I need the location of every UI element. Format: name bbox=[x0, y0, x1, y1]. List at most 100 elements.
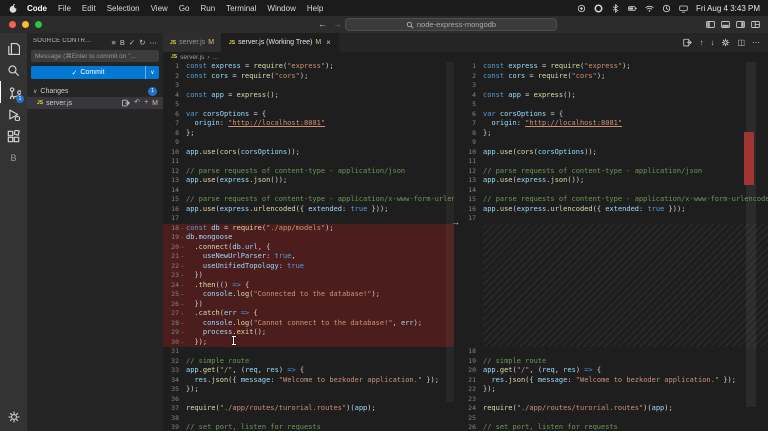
menu-window[interactable]: Window bbox=[267, 4, 295, 13]
activitybar-manage[interactable] bbox=[0, 406, 27, 428]
changes-section-header[interactable]: ∨ Changes 1 bbox=[27, 85, 163, 97]
code-line: 13app.use(express.json()); bbox=[163, 176, 454, 186]
code-line: 25 bbox=[460, 414, 768, 424]
view-as-list-icon[interactable]: ≡ bbox=[112, 38, 116, 47]
clock-icon[interactable] bbox=[662, 4, 671, 13]
activitybar-search[interactable] bbox=[0, 59, 27, 81]
code-line: 23 bbox=[460, 395, 768, 405]
menu-go[interactable]: Go bbox=[179, 4, 190, 13]
activity-bar: 1B bbox=[0, 33, 27, 431]
file-row-actions: ↶+ bbox=[122, 99, 148, 107]
code-line: 13app.use(express.json()); bbox=[460, 176, 768, 186]
menu-terminal[interactable]: Terminal bbox=[226, 4, 256, 13]
code-line: 27- .catch(err => { bbox=[163, 309, 454, 319]
screen-record-icon[interactable] bbox=[577, 4, 586, 13]
code-line: 35}); bbox=[163, 385, 454, 395]
wifi-icon[interactable] bbox=[645, 4, 654, 13]
close-icon[interactable]: × bbox=[326, 38, 331, 47]
left-scrollbar[interactable] bbox=[446, 62, 454, 402]
source-control-header: SOURCE CONTR... ≡B✓↻⋯ bbox=[27, 33, 163, 48]
commit-message-input[interactable]: Message (⌘Enter to commit on "... bbox=[31, 50, 159, 62]
activitybar-explorer[interactable] bbox=[0, 37, 27, 59]
code-line: 11 bbox=[460, 157, 768, 167]
diff-original-pane[interactable]: 1const express = require("express");2con… bbox=[163, 62, 454, 431]
menu-selection[interactable]: Selection bbox=[107, 4, 140, 13]
code-line: 12// parse requests of content-type - ap… bbox=[460, 167, 768, 177]
toggle-panel-bottom-icon[interactable] bbox=[721, 20, 730, 29]
apple-logo-icon[interactable] bbox=[8, 3, 18, 13]
code-line: 19-db.mongoose bbox=[163, 233, 454, 243]
chevron-down-icon: ∨ bbox=[33, 88, 37, 95]
menu-file[interactable]: File bbox=[58, 4, 71, 13]
changed-file-row[interactable]: JS server.js ↶+ M bbox=[27, 97, 163, 109]
window-close-button[interactable] bbox=[9, 21, 16, 28]
stage-changes-icon[interactable]: + bbox=[144, 99, 148, 107]
commit-dropdown-button[interactable]: ∨ bbox=[146, 66, 159, 79]
menu-code[interactable]: Code bbox=[27, 4, 47, 13]
code-line: 14 bbox=[163, 186, 454, 196]
menu-edit[interactable]: Edit bbox=[82, 4, 96, 13]
tab-server-js[interactable]: JSserver.jsM bbox=[163, 33, 222, 52]
history-forward-icon[interactable]: → bbox=[333, 19, 342, 29]
changed-file-name: server.js bbox=[46, 100, 72, 107]
next-change-icon[interactable]: ↓ bbox=[710, 38, 714, 47]
tab-server-js-working-tree-[interactable]: JSserver.js (Working Tree)M× bbox=[222, 33, 339, 52]
previous-change-icon[interactable]: ↑ bbox=[699, 38, 703, 47]
code-line: 3 bbox=[460, 81, 768, 91]
split-editor-icon[interactable]: ◫ bbox=[737, 38, 745, 47]
menu-help[interactable]: Help bbox=[307, 4, 323, 13]
source-control-actions: ≡ B ✓ ↻ ⋯ bbox=[108, 32, 158, 50]
code-line: 33app.get("/", (req, res) => { bbox=[163, 366, 454, 376]
more-actions-icon[interactable]: ⋯ bbox=[150, 38, 158, 47]
diff-revert-arrow-icon[interactable]: → bbox=[451, 217, 460, 227]
window-zoom-button[interactable] bbox=[35, 21, 42, 28]
right-scrollbar[interactable] bbox=[746, 62, 756, 407]
toggle-panel-right-icon[interactable] bbox=[736, 20, 745, 29]
code-line: 6var corsOptions = { bbox=[460, 110, 768, 120]
modified-badge: M bbox=[152, 100, 158, 107]
display-icon[interactable] bbox=[679, 4, 688, 13]
menu-run[interactable]: Run bbox=[200, 4, 215, 13]
vscode-titlebar: ← → node-express-mongodb bbox=[0, 16, 768, 33]
commit-check-icon[interactable]: ✓ bbox=[129, 38, 135, 47]
camera-icon[interactable] bbox=[594, 4, 603, 13]
code-line: 24require("./app/routes/turorial.routes"… bbox=[460, 404, 768, 414]
refresh-icon[interactable]: ↻ bbox=[139, 38, 145, 47]
menubar-items: Code File Edit Selection View Go Run Terminal Wi… bbox=[27, 4, 323, 13]
check-icon: ✓ bbox=[72, 69, 78, 77]
commit-button[interactable]: ✓ Commit ∨ bbox=[31, 66, 159, 79]
code-line: 21 res.json({ message: "Welcome to bezko… bbox=[460, 376, 768, 386]
diff-modified-pane[interactable]: 1const express = require("express");2con… bbox=[460, 62, 768, 431]
history-back-icon[interactable]: ← bbox=[318, 19, 327, 29]
code-line: 16app.use(express.urlencoded({ extended:… bbox=[460, 205, 768, 215]
javascript-file-icon: JS bbox=[171, 54, 177, 60]
window-minimize-button[interactable] bbox=[22, 21, 29, 28]
activitybar-extensions[interactable] bbox=[0, 125, 27, 147]
code-line: 23- }) bbox=[163, 271, 454, 281]
extension-b-icon[interactable]: B bbox=[120, 38, 125, 47]
code-line: 10app.use(cors(corsOptions)); bbox=[163, 148, 454, 158]
menubar-clock[interactable]: Fri Aug 4 3:43 PM bbox=[696, 4, 760, 13]
open-file-icon[interactable] bbox=[683, 38, 692, 47]
activitybar-source-control[interactable]: 1 bbox=[0, 81, 27, 103]
menu-view[interactable]: View bbox=[151, 4, 168, 13]
code-line: 22- useUnifiedTopology: true bbox=[163, 262, 454, 272]
code-line: 8}; bbox=[163, 129, 454, 139]
battery-icon[interactable] bbox=[628, 4, 637, 13]
bluetooth-icon[interactable] bbox=[611, 4, 620, 13]
settings-gear-icon[interactable] bbox=[721, 38, 730, 47]
customize-layout-icon[interactable] bbox=[751, 20, 760, 29]
more-actions-icon[interactable]: ⋯ bbox=[752, 38, 760, 47]
open-file-icon[interactable] bbox=[122, 99, 130, 107]
code-line: 21- useNewUrlParser: true, bbox=[163, 252, 454, 262]
breadcrumb[interactable]: JS server.js › … bbox=[163, 52, 768, 62]
toggle-panel-left-icon[interactable] bbox=[706, 20, 715, 29]
code-line: 39// set port, listen for requests bbox=[163, 423, 454, 431]
code-line: 4const app = express(); bbox=[163, 91, 454, 101]
code-line: 18-const db = require("./app/models"); bbox=[163, 224, 454, 234]
code-line: 29- process.exit(); bbox=[163, 328, 454, 338]
discard-changes-icon[interactable]: ↶ bbox=[134, 99, 140, 107]
command-center-search[interactable]: node-express-mongodb bbox=[345, 18, 557, 31]
activitybar-extension-b[interactable]: B bbox=[0, 147, 27, 169]
activitybar-run-debug[interactable] bbox=[0, 103, 27, 125]
